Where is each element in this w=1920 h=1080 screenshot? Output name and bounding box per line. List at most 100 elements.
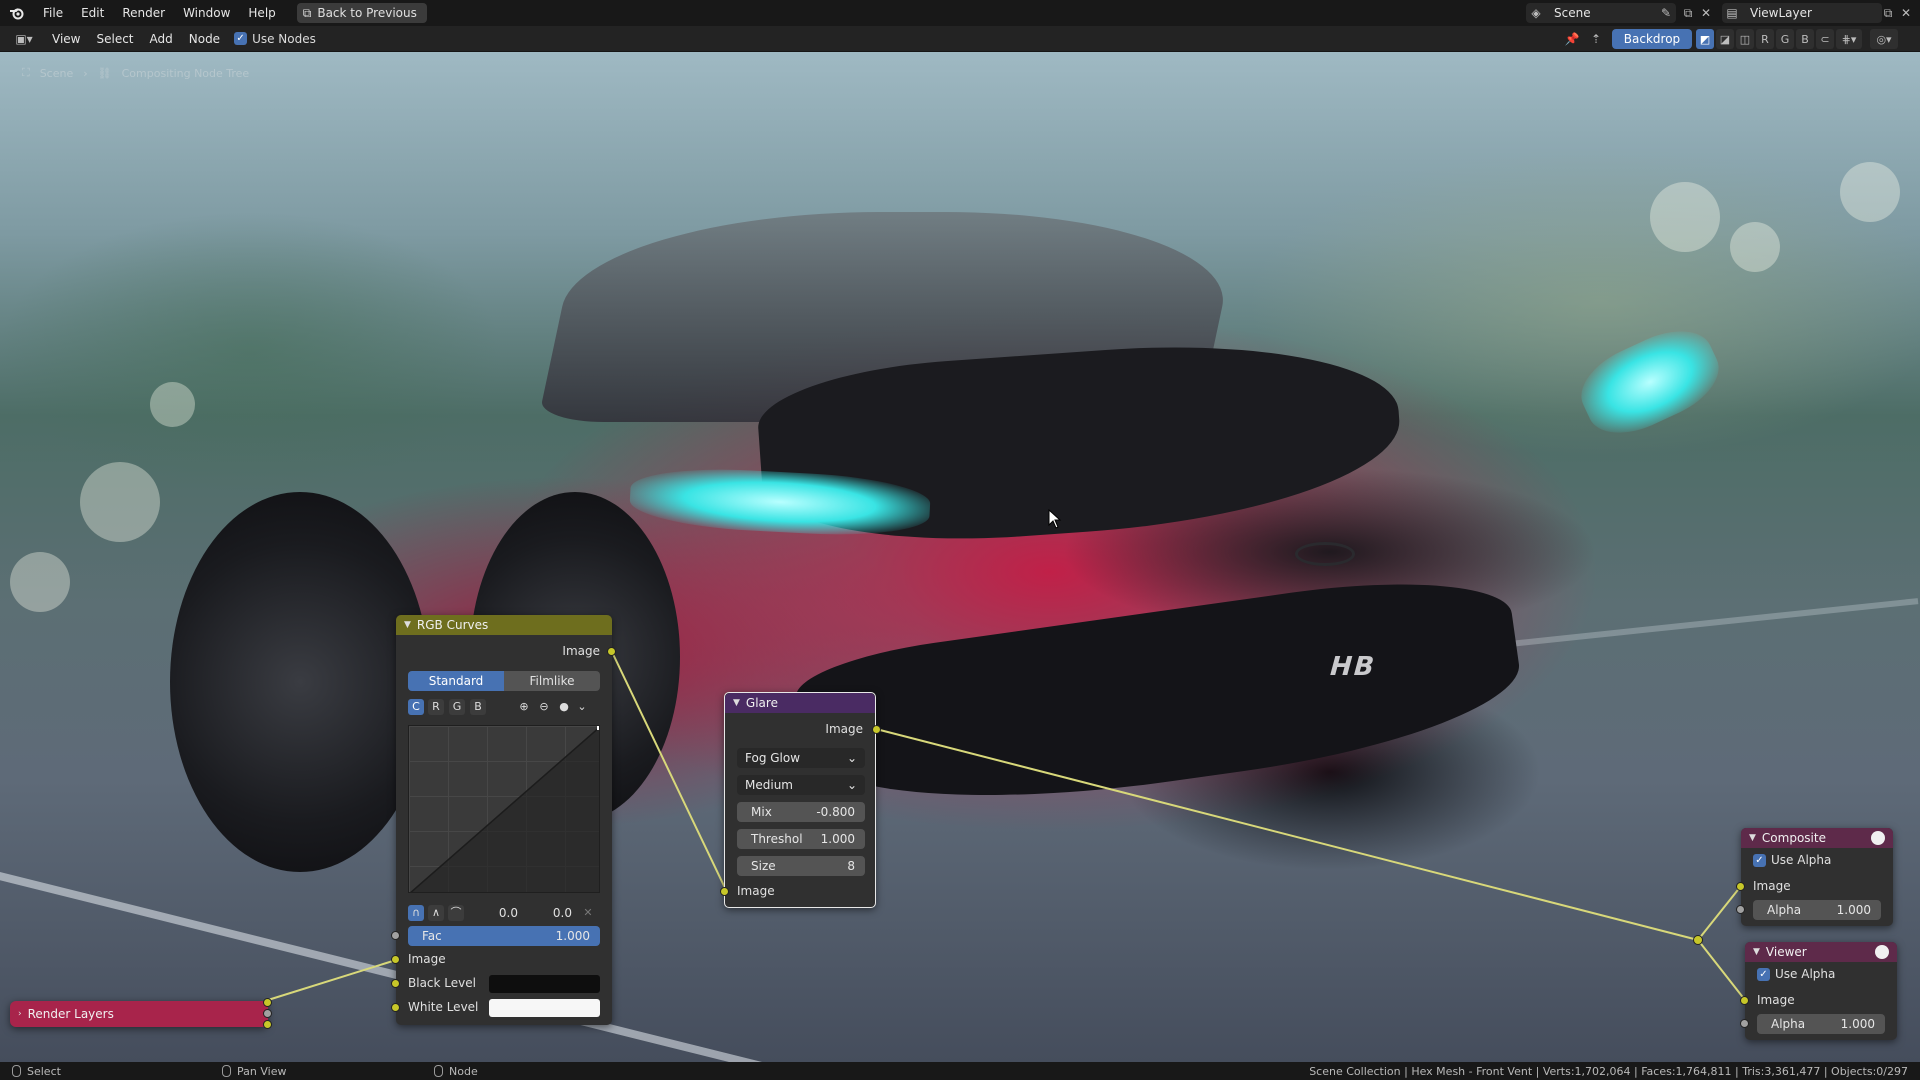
check-icon[interactable]: ✓: [1757, 967, 1770, 981]
snapping-icon[interactable]: ⊂: [1816, 29, 1834, 49]
scene-selector[interactable]: ◈ Scene ✎: [1526, 3, 1676, 23]
white-level-swatch[interactable]: [489, 999, 600, 1017]
glare-threshold-field[interactable]: Threshol 1.000: [737, 829, 865, 849]
blender-logo-icon[interactable]: [0, 0, 34, 26]
white-level-socket[interactable]: [391, 1003, 400, 1012]
rgb-curves-output-socket[interactable]: [607, 647, 616, 656]
viewer-alpha-socket[interactable]: [1740, 1019, 1749, 1028]
tab-standard[interactable]: Standard: [408, 671, 504, 691]
viewer-image-socket[interactable]: [1740, 996, 1749, 1005]
alpha-channel-icon[interactable]: ◪: [1716, 29, 1734, 49]
overlays-icon[interactable]: ◎▾: [1870, 29, 1898, 49]
fac-input-socket[interactable]: [391, 931, 400, 940]
menu-file[interactable]: File: [34, 0, 72, 26]
new-scene-icon[interactable]: ⧉: [1678, 3, 1698, 23]
composite-alpha-socket[interactable]: [1736, 905, 1745, 914]
composite-image-socket[interactable]: [1736, 882, 1745, 891]
channel-r-button[interactable]: R: [428, 699, 444, 715]
curves-image-input-socket[interactable]: [391, 955, 400, 964]
check-icon[interactable]: ✓: [1753, 853, 1766, 867]
menu-add[interactable]: Add: [142, 26, 181, 52]
composite-node[interactable]: ▼ Composite ✓ Use Alpha Image Alpha 1.00…: [1736, 828, 1893, 926]
fac-slider[interactable]: Fac 1.000: [408, 926, 600, 946]
menu-help[interactable]: Help: [239, 0, 284, 26]
color-channel-icon[interactable]: ◩: [1696, 29, 1714, 49]
glare-size-field[interactable]: Size 8: [737, 856, 865, 876]
back-to-previous-button[interactable]: ⧉ Back to Previous: [296, 3, 427, 23]
curve-editor[interactable]: [408, 725, 600, 893]
menu-view[interactable]: View: [44, 26, 88, 52]
chevron-down-icon[interactable]: ⌄: [574, 699, 590, 715]
zoom-out-icon[interactable]: ⊖: [536, 699, 552, 715]
preview-icon[interactable]: [1871, 831, 1885, 845]
menu-select[interactable]: Select: [88, 26, 141, 52]
glare-type-dropdown[interactable]: Fog Glow ⌄: [737, 748, 865, 768]
composite-header[interactable]: ▼ Composite: [1741, 828, 1893, 848]
snap-options-icon[interactable]: ⋕▾: [1836, 29, 1862, 49]
curve-point-x[interactable]: 0.0: [488, 904, 518, 922]
curve-auto-icon[interactable]: ⌒: [448, 905, 464, 921]
glare-image-input-socket[interactable]: [720, 887, 729, 896]
parent-node-tree-icon[interactable]: ⇡: [1586, 29, 1606, 49]
composite-alpha-field[interactable]: Alpha 1.000: [1753, 900, 1881, 920]
zoom-in-icon[interactable]: ⊕: [516, 699, 532, 715]
preview-icon[interactable]: [1875, 945, 1889, 959]
bokeh-light: [1730, 222, 1780, 272]
menu-window[interactable]: Window: [174, 0, 239, 26]
green-channel-button[interactable]: G: [1776, 29, 1794, 49]
render-layers-header[interactable]: › Render Layers: [10, 1001, 268, 1027]
curve-vector-icon[interactable]: ∧: [428, 905, 444, 921]
car-grille: [791, 562, 1529, 832]
composite-use-alpha-toggle[interactable]: ✓ Use Alpha: [1753, 853, 1831, 867]
blue-channel-button[interactable]: B: [1796, 29, 1814, 49]
delete-point-icon[interactable]: ✕: [580, 905, 596, 921]
channel-b-button[interactable]: B: [470, 699, 486, 715]
backdrop-button[interactable]: Backdrop: [1612, 29, 1692, 49]
glare-mix-field[interactable]: Mix -0.800: [737, 802, 865, 822]
red-channel-button[interactable]: R: [1756, 29, 1774, 49]
render-layers-node[interactable]: › Render Layers: [10, 998, 272, 1029]
viewer-use-alpha-toggle[interactable]: ✓ Use Alpha: [1757, 967, 1835, 981]
render-layers-output-socket[interactable]: [263, 998, 272, 1007]
menu-node[interactable]: Node: [181, 26, 228, 52]
viewer-node[interactable]: ▼ Viewer ✓ Use Alpha Image Alpha 1.000: [1740, 942, 1897, 1040]
curve-smooth-icon[interactable]: ∩: [408, 905, 424, 921]
chevron-right-icon[interactable]: ›: [18, 1009, 22, 1019]
chevron-down-icon[interactable]: ▼: [1753, 947, 1760, 957]
delete-scene-icon[interactable]: ✕: [1696, 3, 1716, 23]
glare-header[interactable]: ▼ Glare: [725, 693, 875, 713]
channel-g-button[interactable]: G: [449, 699, 465, 715]
pin-icon[interactable]: ✎: [1656, 3, 1676, 23]
use-nodes-toggle[interactable]: ✓ Use Nodes: [234, 32, 316, 46]
breadcrumb-separator: ›: [83, 66, 88, 80]
render-layers-alpha-socket[interactable]: [263, 1009, 272, 1018]
viewer-alpha-field[interactable]: Alpha 1.000: [1757, 1014, 1885, 1034]
glare-quality-dropdown[interactable]: Medium ⌄: [737, 775, 865, 795]
check-icon[interactable]: ✓: [234, 32, 248, 45]
status-select-label: Select: [27, 1064, 61, 1078]
chevron-down-icon[interactable]: ▼: [404, 620, 411, 630]
new-view-layer-icon[interactable]: ⧉: [1878, 3, 1898, 23]
view-layer-selector[interactable]: ▤ ViewLayer: [1722, 3, 1882, 23]
editor-type-icon[interactable]: ▣▾: [10, 29, 38, 49]
delete-view-layer-icon[interactable]: ✕: [1896, 3, 1916, 23]
chevron-down-icon[interactable]: ▼: [733, 698, 740, 708]
render-layers-output-socket[interactable]: [263, 1020, 272, 1029]
channel-c-button[interactable]: C: [408, 699, 424, 715]
color-alpha-icon[interactable]: ◫: [1736, 29, 1754, 49]
black-level-socket[interactable]: [391, 979, 400, 988]
clip-icon[interactable]: ●: [556, 699, 572, 715]
rgb-curves-node[interactable]: ▼ RGB Curves Image Standard Filmlike C R…: [391, 615, 616, 1025]
curve-point-y[interactable]: 0.0: [542, 904, 572, 922]
pin-icon[interactable]: 📌: [1562, 29, 1582, 49]
glare-output-socket[interactable]: [872, 725, 881, 734]
black-level-swatch[interactable]: [489, 975, 600, 993]
glare-node[interactable]: ▼ Glare Image Fog Glow ⌄ Medium ⌄ Mix -0…: [720, 692, 881, 908]
chevron-down-icon[interactable]: ▼: [1749, 833, 1756, 843]
menu-render[interactable]: Render: [113, 0, 174, 26]
rgb-curves-header[interactable]: ▼ RGB Curves: [396, 615, 612, 635]
menu-edit[interactable]: Edit: [72, 0, 113, 26]
tab-filmlike[interactable]: Filmlike: [504, 671, 600, 691]
curve-graph[interactable]: [409, 726, 600, 893]
viewer-header[interactable]: ▼ Viewer: [1745, 942, 1897, 962]
